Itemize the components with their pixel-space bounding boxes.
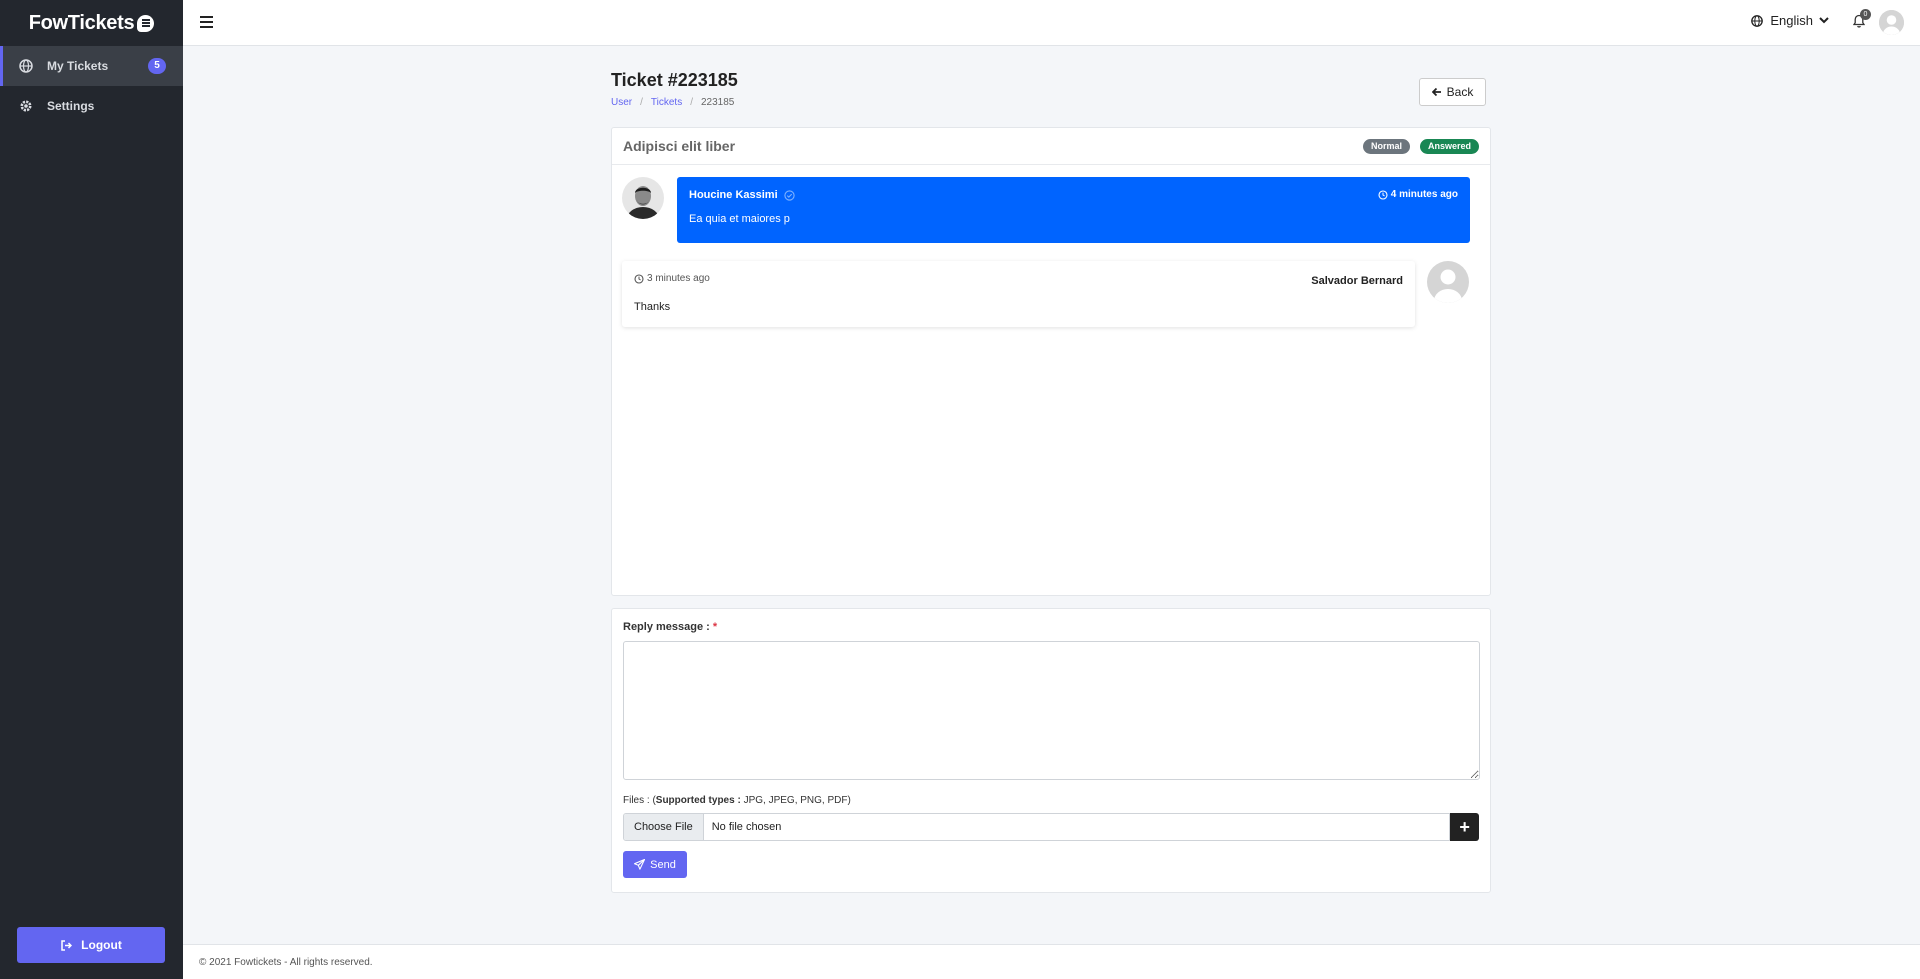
clock-icon (634, 273, 644, 284)
ticket-card: Adipisci elit liber Normal Answered Houc… (611, 127, 1491, 596)
reply-message-input[interactable] (623, 641, 1480, 780)
reply-label: Reply message : * (623, 621, 718, 633)
time-text: 3 minutes ago (647, 273, 710, 284)
choose-file-button[interactable]: Choose File (624, 814, 704, 840)
sidebar-item-label: Settings (47, 99, 95, 113)
message-author: Houcine Kassimi (689, 189, 1458, 201)
notifications-count: 0 (1860, 9, 1871, 20)
time-text: 4 minutes ago (1390, 189, 1458, 200)
logout-icon (61, 939, 73, 951)
author-name: Houcine Kassimi (689, 189, 778, 201)
message-outgoing: 3 minutes ago Salvador Bernard Thanks (622, 261, 1415, 327)
topbar: English 0 (183, 0, 1920, 46)
message-time: 3 minutes ago (634, 273, 1403, 284)
brand-name: FowTickets (28, 11, 135, 34)
logout-button[interactable]: Logout (17, 927, 165, 963)
message-incoming: Houcine Kassimi 4 minutes ago Ea quia et… (677, 177, 1470, 243)
language-selector[interactable]: English (1751, 13, 1829, 28)
send-label: Send (650, 858, 676, 871)
notifications-bell[interactable]: 0 (1852, 9, 1871, 31)
page-title: Ticket #223185 (611, 70, 738, 90)
ticket-header: Adipisci elit liber Normal Answered (612, 128, 1490, 165)
tickets-count-badge: 5 (148, 58, 166, 74)
status-badge: Answered (1419, 138, 1479, 154)
message-time: 4 minutes ago (1378, 189, 1458, 200)
footer: © 2021 Fowtickets - All rights reserved. (183, 944, 1920, 979)
reply-form: Reply message : * Files : (Supported typ… (611, 608, 1491, 893)
logout-label: Logout (81, 938, 122, 952)
file-status: No file chosen (711, 821, 782, 833)
sidebar-item-my-tickets[interactable]: My Tickets 5 (0, 46, 183, 86)
priority-badge: Normal (1362, 138, 1410, 154)
menu-toggle-icon[interactable] (200, 16, 213, 28)
sidebar-item-label: My Tickets (47, 59, 109, 73)
ticket-subject: Adipisci elit liber (623, 138, 736, 154)
sidebar-item-settings[interactable]: Settings (0, 86, 183, 126)
file-input[interactable]: Choose File No file chosen (623, 813, 1451, 841)
chat-bubble-icon (137, 14, 155, 32)
breadcrumb-tickets[interactable]: Tickets (651, 97, 682, 108)
required-mark: * (712, 621, 718, 633)
sidebar: FowTickets My Tickets 5 Settings Logout (0, 0, 183, 979)
clock-icon (1378, 189, 1388, 200)
language-label: English (1770, 13, 1813, 28)
main-content: Ticket #223185 User / Tickets / 223185 B… (611, 70, 1491, 893)
verified-check-icon (783, 189, 795, 201)
copyright-text: © 2021 Fowtickets - All rights reserved. (199, 956, 373, 968)
gear-icon (19, 99, 33, 113)
paper-plane-icon (634, 859, 646, 870)
message-body: Thanks (634, 301, 671, 313)
files-label: Files : (Supported types : JPG, JPEG, PN… (623, 795, 851, 806)
chevron-down-icon (1819, 17, 1829, 24)
send-button[interactable]: Send (623, 851, 687, 878)
brand-logo[interactable]: FowTickets (0, 0, 183, 46)
globe-icon (1751, 14, 1764, 27)
file-upload-row: Choose File No file chosen + (623, 813, 1479, 841)
message-author: Salvador Bernard (1311, 275, 1403, 287)
back-button[interactable]: Back (1419, 78, 1486, 106)
add-file-button[interactable]: + (1450, 813, 1479, 841)
arrow-left-icon (1431, 87, 1441, 97)
breadcrumb: User / Tickets / 223185 (611, 97, 735, 108)
agent-avatar (622, 177, 664, 219)
customer-avatar (1427, 261, 1469, 303)
globe-icon (19, 59, 33, 73)
user-avatar[interactable] (1879, 10, 1904, 35)
back-label: Back (1446, 85, 1474, 99)
breadcrumb-user[interactable]: User (611, 97, 632, 108)
message-body: Ea quia et maiores p (689, 213, 790, 225)
breadcrumb-current: 223185 (701, 97, 735, 108)
